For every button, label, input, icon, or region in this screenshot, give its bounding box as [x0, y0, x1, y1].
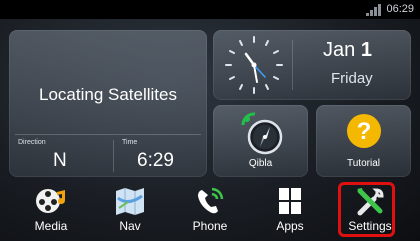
direction-label: Direction	[18, 139, 46, 146]
weekday: Friday	[331, 70, 373, 87]
apps-grid-icon	[279, 188, 301, 214]
month: Jan	[323, 39, 356, 61]
divider	[292, 40, 293, 90]
selection-highlight	[338, 182, 395, 237]
dock-phone-label: Phone	[192, 219, 228, 233]
dock-nav-label: Nav	[119, 219, 141, 233]
tutorial-label: Tutorial	[347, 158, 380, 169]
qibla-label: Qibla	[248, 158, 273, 169]
film-reel-icon	[36, 189, 65, 213]
svg-text:?: ?	[357, 118, 372, 145]
phone-icon	[198, 187, 224, 214]
analog-clock-icon	[225, 36, 283, 94]
divider	[15, 134, 201, 135]
date-display: Jan 1	[323, 39, 372, 62]
compass-icon	[241, 112, 283, 155]
clock-tile[interactable]: Jan 1 Friday	[213, 30, 411, 100]
time-label: Time	[122, 139, 138, 146]
signal-icon	[366, 4, 382, 16]
map-icon	[116, 188, 144, 215]
dock-nav-button[interactable]: Nav	[90, 180, 170, 241]
qibla-tile[interactable]: Qibla	[213, 105, 308, 177]
question-mark-icon: ?	[347, 114, 381, 148]
time-value: 6:29	[137, 150, 174, 171]
dock-apps-button[interactable]: Apps	[250, 180, 330, 241]
day-number: 1	[360, 39, 372, 61]
status-clock: 06:29	[386, 3, 414, 15]
gps-status-title: Locating Satellites	[39, 85, 177, 104]
dock-media-button[interactable]: Media	[11, 180, 91, 241]
dock-media-label: Media	[34, 219, 68, 233]
divider	[113, 140, 114, 172]
direction-value: N	[53, 150, 67, 171]
tutorial-tile[interactable]: ? Tutorial	[316, 105, 411, 177]
gps-tile[interactable]: Locating Satellites Direction N Time 6:2…	[9, 30, 207, 177]
dock-apps-label: Apps	[276, 219, 304, 233]
dock-phone-button[interactable]: Phone	[170, 180, 250, 241]
status-bar: 06:29	[0, 0, 420, 19]
